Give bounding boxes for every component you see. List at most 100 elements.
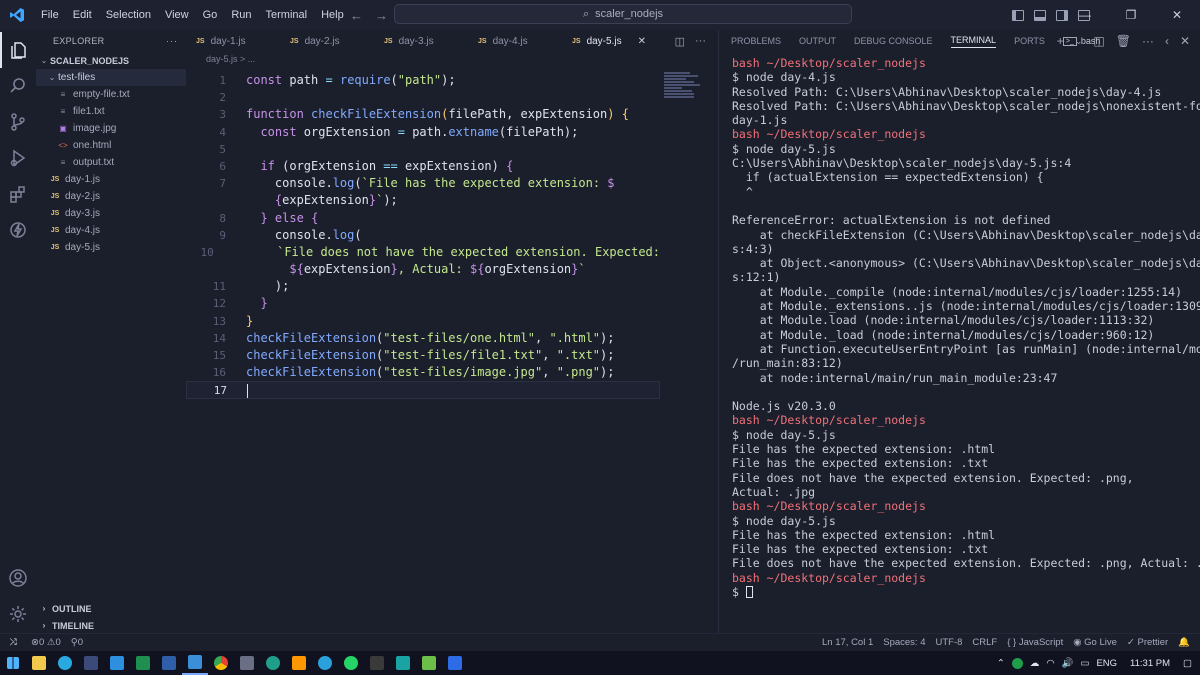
file-day-3-js[interactable]: JS day-3.js xyxy=(36,205,186,222)
chevron-down-icon[interactable]: ⌄ xyxy=(1075,36,1083,47)
app-blue-taskbar-icon[interactable] xyxy=(442,651,468,675)
tab-day-1-js[interactable]: JS day-1.js xyxy=(186,30,280,52)
app-taskbar-icon[interactable] xyxy=(78,651,104,675)
remote-lightning-icon[interactable] xyxy=(0,212,36,248)
clock[interactable]: 11:31 PM xyxy=(1124,658,1176,669)
minimap[interactable] xyxy=(664,72,704,112)
media-taskbar-icon[interactable] xyxy=(234,651,260,675)
close-icon[interactable]: ✕ xyxy=(1154,0,1200,30)
tab-day-3-js[interactable]: JS day-3.js xyxy=(374,30,468,52)
tab-output[interactable]: OUTPUT xyxy=(799,36,836,46)
forward-arrow-icon[interactable]: → xyxy=(375,8,388,23)
menu-edit[interactable]: Edit xyxy=(66,0,99,30)
outline-section[interactable]: › OUTLINE xyxy=(36,600,186,617)
file-day-1-js[interactable]: JS day-1.js xyxy=(36,171,186,188)
file-file1-txt[interactable]: ≡ file1.txt xyxy=(36,103,186,120)
chevron-up-icon[interactable]: ⌃ xyxy=(997,658,1005,669)
prettier-status[interactable]: ✓ Prettier xyxy=(1122,637,1173,648)
toggle-panel-icon[interactable] xyxy=(1034,9,1046,21)
language-indicator[interactable]: ENG xyxy=(1096,658,1117,669)
restore-icon[interactable]: ❐ xyxy=(1108,0,1154,30)
cloud-icon[interactable]: ☁ xyxy=(1030,658,1040,669)
file-empty-file-txt[interactable]: ≡ empty-file.txt xyxy=(36,86,186,103)
tab-ports[interactable]: PORTS xyxy=(1014,36,1045,46)
app-lime-taskbar-icon[interactable] xyxy=(416,651,442,675)
powershell-taskbar-icon[interactable] xyxy=(156,651,182,675)
search-view-icon[interactable] xyxy=(0,68,36,104)
end-of-line[interactable]: CRLF xyxy=(967,637,1002,648)
more-actions-icon[interactable]: ··· xyxy=(695,35,706,47)
back-arrow-icon[interactable]: ← xyxy=(350,8,363,23)
toggle-sidebar-icon[interactable] xyxy=(1012,9,1024,21)
menu-run[interactable]: Run xyxy=(224,0,258,30)
code-editor[interactable]: 1 const path = require("path"); 2 3 functi… xyxy=(186,72,660,399)
trash-icon[interactable]: 🗑 xyxy=(1116,34,1131,48)
menu-go[interactable]: Go xyxy=(196,0,225,30)
tab-debug-console[interactable]: DEBUG CONSOLE xyxy=(854,36,933,46)
chrome-taskbar-icon[interactable] xyxy=(208,651,234,675)
menu-selection[interactable]: Selection xyxy=(99,0,158,30)
file-image-jpg[interactable]: ▣ image.jpg xyxy=(36,120,186,137)
new-terminal-icon[interactable]: + xyxy=(1057,34,1064,48)
encoding[interactable]: UTF-8 xyxy=(931,637,968,648)
close-panel-icon[interactable]: ✕ xyxy=(1180,34,1190,48)
more-actions-icon[interactable]: ··· xyxy=(166,36,178,46)
run-debug-icon[interactable] xyxy=(0,140,36,176)
indentation[interactable]: Spaces: 4 xyxy=(878,637,930,648)
minimize-icon[interactable]: — xyxy=(1062,0,1108,30)
whatsapp-taskbar-icon[interactable] xyxy=(338,651,364,675)
wifi-icon[interactable]: ◠ xyxy=(1046,658,1054,669)
source-control-icon[interactable] xyxy=(0,104,36,140)
file-day-2-js[interactable]: JS day-2.js xyxy=(36,188,186,205)
tab-day-2-js[interactable]: JS day-2.js xyxy=(280,30,374,52)
tab-day-5-js[interactable]: JS day-5.js ✕ xyxy=(562,30,656,52)
command-center-search[interactable]: ⌕ scaler_nodejs xyxy=(394,4,852,24)
tab-day-4-js[interactable]: JS day-4.js xyxy=(468,30,562,52)
notification-icon[interactable]: ▢ xyxy=(1183,658,1192,669)
extensions-icon[interactable] xyxy=(0,176,36,212)
file-output-txt[interactable]: ≡ output.txt xyxy=(36,154,186,171)
telegram-taskbar-icon[interactable] xyxy=(312,651,338,675)
sublime-taskbar-icon[interactable] xyxy=(286,651,312,675)
file-day-4-js[interactable]: JS day-4.js xyxy=(36,222,186,239)
go-live-button[interactable]: ◉ Go Live xyxy=(1068,637,1122,648)
tab-terminal[interactable]: TERMINAL xyxy=(950,35,997,48)
problems-status[interactable]: ⊗0 ⚠0 xyxy=(26,637,66,648)
tray-app-icon[interactable] xyxy=(1011,657,1023,669)
account-icon[interactable] xyxy=(0,560,36,596)
language-mode[interactable]: { } JavaScript xyxy=(1002,637,1068,648)
workspace-root[interactable]: ⌄ SCALER_NODEJS xyxy=(36,52,186,69)
menu-help[interactable]: Help xyxy=(314,0,351,30)
volume-icon[interactable]: 🔊 xyxy=(1062,658,1074,669)
folder-test-files[interactable]: ⌄ test-files xyxy=(36,69,186,86)
chevron-left-icon[interactable]: ‹ xyxy=(1165,34,1169,48)
close-tab-icon[interactable]: ✕ xyxy=(638,36,646,47)
game-taskbar-icon[interactable] xyxy=(364,651,390,675)
menu-view[interactable]: View xyxy=(158,0,196,30)
vscode-taskbar-icon[interactable] xyxy=(104,651,130,675)
more-actions-icon[interactable]: ··· xyxy=(1142,34,1154,48)
ports-status[interactable]: ⚲0 xyxy=(66,637,88,648)
cursor-position[interactable]: Ln 17, Col 1 xyxy=(817,637,878,648)
terminal-output[interactable]: bash ~/Desktop/scaler_nodejs $ node day-4… xyxy=(732,56,1200,599)
menu-file[interactable]: File xyxy=(34,0,66,30)
remote-indicator-icon[interactable]: ⤨ xyxy=(0,634,26,652)
app-green-taskbar-icon[interactable] xyxy=(260,651,286,675)
file-one-html[interactable]: <> one.html xyxy=(36,137,186,154)
settings-gear-icon[interactable] xyxy=(0,596,36,632)
excel-taskbar-icon[interactable] xyxy=(130,651,156,675)
menu-terminal[interactable]: Terminal xyxy=(259,0,315,30)
file-explorer-taskbar-icon[interactable] xyxy=(26,651,52,675)
explorer-icon[interactable] xyxy=(0,32,36,68)
split-editor-icon[interactable]: ◫ xyxy=(675,35,685,48)
battery-icon[interactable]: ▭ xyxy=(1080,658,1089,669)
breadcrumb[interactable]: day-5.js > ... xyxy=(186,52,718,66)
file-day-5-js[interactable]: JS day-5.js xyxy=(36,239,186,256)
app-teal-taskbar-icon[interactable] xyxy=(390,651,416,675)
start-windows-icon[interactable] xyxy=(0,651,26,675)
notifications-bell-icon[interactable]: 🔔 xyxy=(1173,637,1200,648)
split-terminal-icon[interactable]: ◫ xyxy=(1093,34,1104,48)
tab-problems[interactable]: PROBLEMS xyxy=(731,36,781,46)
timeline-section[interactable]: › TIMELINE xyxy=(36,617,186,634)
vscode-insiders-taskbar-icon[interactable] xyxy=(182,651,208,675)
